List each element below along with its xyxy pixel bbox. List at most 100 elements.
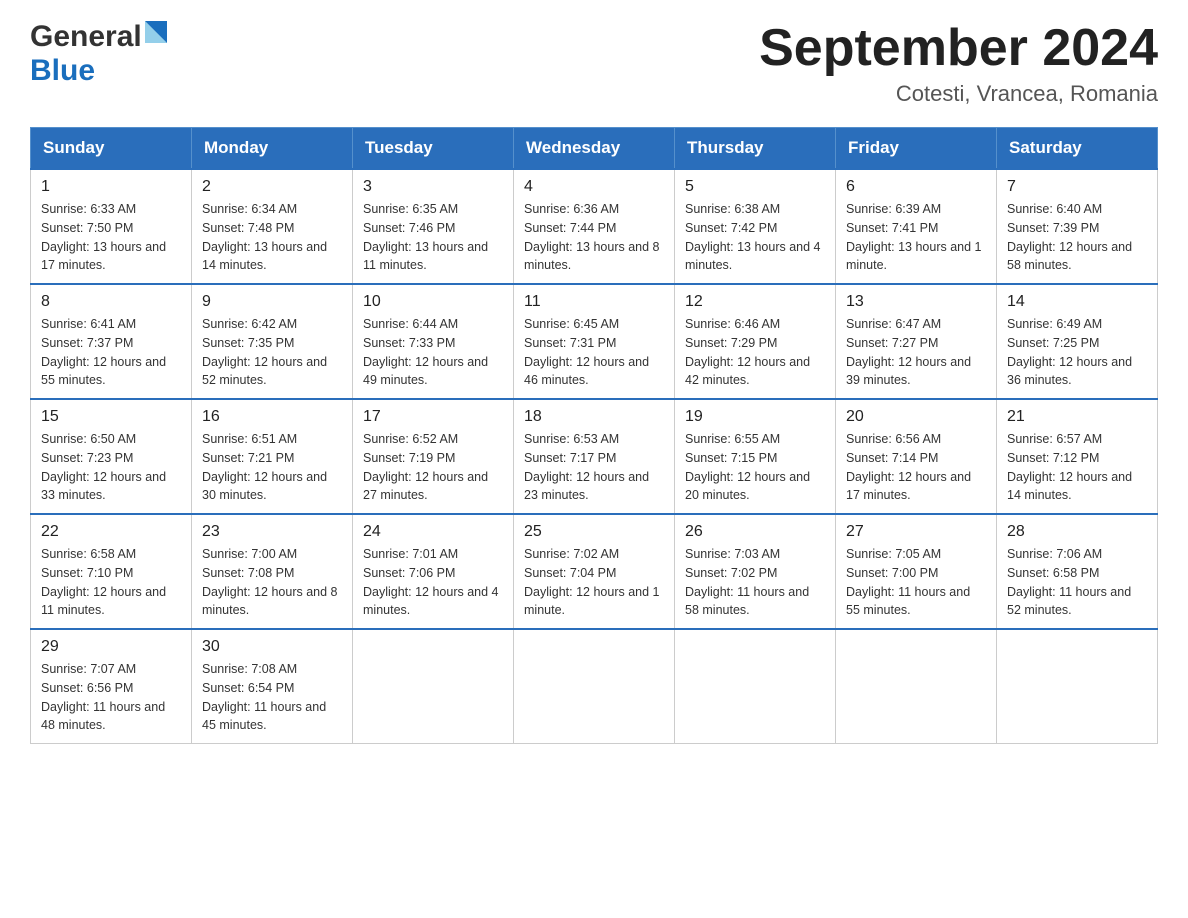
calendar-cell-w3-d7: 21 Sunrise: 6:57 AMSunset: 7:12 PMDayligh… <box>997 399 1158 514</box>
day-number: 6 <box>846 178 986 196</box>
calendar-cell-w1-d5: 5Sunrise: 6:38 AMSunset: 7:42 PMDaylight… <box>675 169 836 284</box>
calendar-header-row: Sunday Monday Tuesday Wednesday Thursday… <box>31 128 1158 170</box>
calendar-cell-w2-d4: 11 Sunrise: 6:45 AMSunset: 7:31 PMDayligh… <box>514 284 675 399</box>
logo: General Blue <box>30 20 169 88</box>
calendar-cell-w1-d2: 2 Sunrise: 6:34 AMSunset: 7:48 PMDaylight… <box>192 169 353 284</box>
calendar-cell-w1-d6: 6 Sunrise: 6:39 AMSunset: 7:41 PMDaylight… <box>836 169 997 284</box>
day-info: Sunrise: 6:56 AMSunset: 7:14 PMDaylight:… <box>846 430 986 505</box>
week-row-1: 1 Sunrise: 6:33 AMSunset: 7:50 PMDaylight… <box>31 169 1158 284</box>
day-number: 22 <box>41 523 181 541</box>
day-number: 7 <box>1007 178 1147 196</box>
day-info: Sunrise: 6:42 AMSunset: 7:35 PMDaylight:… <box>202 315 342 390</box>
day-info: Sunrise: 6:49 AMSunset: 7:25 PMDaylight:… <box>1007 315 1147 390</box>
day-info: Sunrise: 6:44 AMSunset: 7:33 PMDaylight:… <box>363 315 503 390</box>
day-number: 26 <box>685 523 825 541</box>
calendar-cell-w1-d3: 3 Sunrise: 6:35 AMSunset: 7:46 PMDaylight… <box>353 169 514 284</box>
calendar-cell-w4-d6: 27 Sunrise: 7:05 AMSunset: 7:00 PMDayligh… <box>836 514 997 629</box>
day-number: 12 <box>685 293 825 311</box>
calendar-cell-w5-d5 <box>675 629 836 744</box>
calendar-cell-w3-d5: 19Sunrise: 6:55 AMSunset: 7:15 PMDayligh… <box>675 399 836 514</box>
day-number: 30 <box>202 638 342 656</box>
calendar-cell-w5-d3 <box>353 629 514 744</box>
col-header-friday: Friday <box>836 128 997 170</box>
day-number: 23 <box>202 523 342 541</box>
location-subtitle: Cotesti, Vrancea, Romania <box>759 81 1158 107</box>
calendar-cell-w3-d4: 18 Sunrise: 6:53 AMSunset: 7:17 PMDayligh… <box>514 399 675 514</box>
day-number: 20 <box>846 408 986 426</box>
day-info: Sunrise: 7:08 AMSunset: 6:54 PMDaylight:… <box>202 660 342 735</box>
day-number: 15 <box>41 408 181 426</box>
day-number: 13 <box>846 293 986 311</box>
calendar-cell-w3-d1: 15 Sunrise: 6:50 AMSunset: 7:23 PMDayligh… <box>31 399 192 514</box>
day-number: 29 <box>41 638 181 656</box>
logo-general-text: General <box>30 20 142 54</box>
calendar-cell-w3-d6: 20 Sunrise: 6:56 AMSunset: 7:14 PMDayligh… <box>836 399 997 514</box>
calendar-cell-w5-d2: 30 Sunrise: 7:08 AMSunset: 6:54 PMDayligh… <box>192 629 353 744</box>
day-number: 24 <box>363 523 503 541</box>
day-info: Sunrise: 6:34 AMSunset: 7:48 PMDaylight:… <box>202 200 342 275</box>
calendar-cell-w4-d3: 24Sunrise: 7:01 AMSunset: 7:06 PMDayligh… <box>353 514 514 629</box>
logo-blue-text: Blue <box>30 54 95 88</box>
calendar-cell-w3-d2: 16 Sunrise: 6:51 AMSunset: 7:21 PMDayligh… <box>192 399 353 514</box>
day-info: Sunrise: 6:58 AMSunset: 7:10 PMDaylight:… <box>41 545 181 620</box>
col-header-monday: Monday <box>192 128 353 170</box>
day-info: Sunrise: 6:41 AMSunset: 7:37 PMDaylight:… <box>41 315 181 390</box>
col-header-saturday: Saturday <box>997 128 1158 170</box>
calendar-title-area: September 2024 Cotesti, Vrancea, Romania <box>759 20 1158 107</box>
day-info: Sunrise: 7:02 AMSunset: 7:04 PMDaylight:… <box>524 545 664 620</box>
calendar-cell-w2-d7: 14 Sunrise: 6:49 AMSunset: 7:25 PMDayligh… <box>997 284 1158 399</box>
day-number: 14 <box>1007 293 1147 311</box>
day-number: 11 <box>524 293 664 311</box>
day-info: Sunrise: 6:38 AMSunset: 7:42 PMDaylight:… <box>685 200 825 275</box>
calendar-cell-w2-d6: 13 Sunrise: 6:47 AMSunset: 7:27 PMDayligh… <box>836 284 997 399</box>
calendar-cell-w4-d1: 22 Sunrise: 6:58 AMSunset: 7:10 PMDayligh… <box>31 514 192 629</box>
day-info: Sunrise: 7:00 AMSunset: 7:08 PMDaylight:… <box>202 545 342 620</box>
day-info: Sunrise: 6:39 AMSunset: 7:41 PMDaylight:… <box>846 200 986 275</box>
day-info: Sunrise: 7:07 AMSunset: 6:56 PMDaylight:… <box>41 660 181 735</box>
week-row-3: 15 Sunrise: 6:50 AMSunset: 7:23 PMDayligh… <box>31 399 1158 514</box>
day-info: Sunrise: 6:45 AMSunset: 7:31 PMDaylight:… <box>524 315 664 390</box>
day-number: 2 <box>202 178 342 196</box>
day-info: Sunrise: 6:36 AMSunset: 7:44 PMDaylight:… <box>524 200 664 275</box>
week-row-4: 22 Sunrise: 6:58 AMSunset: 7:10 PMDayligh… <box>31 514 1158 629</box>
day-number: 19 <box>685 408 825 426</box>
page-header: General Blue September 2024 Cotesti, Vra… <box>30 20 1158 107</box>
day-number: 16 <box>202 408 342 426</box>
week-row-2: 8Sunrise: 6:41 AMSunset: 7:37 PMDaylight… <box>31 284 1158 399</box>
day-info: Sunrise: 6:47 AMSunset: 7:27 PMDaylight:… <box>846 315 986 390</box>
calendar-cell-w5-d7 <box>997 629 1158 744</box>
day-number: 4 <box>524 178 664 196</box>
col-header-tuesday: Tuesday <box>353 128 514 170</box>
week-row-5: 29 Sunrise: 7:07 AMSunset: 6:56 PMDayligh… <box>31 629 1158 744</box>
calendar-cell-w2-d5: 12Sunrise: 6:46 AMSunset: 7:29 PMDayligh… <box>675 284 836 399</box>
day-number: 25 <box>524 523 664 541</box>
day-number: 27 <box>846 523 986 541</box>
day-number: 1 <box>41 178 181 196</box>
col-header-wednesday: Wednesday <box>514 128 675 170</box>
day-info: Sunrise: 6:40 AMSunset: 7:39 PMDaylight:… <box>1007 200 1147 275</box>
day-info: Sunrise: 6:33 AMSunset: 7:50 PMDaylight:… <box>41 200 181 275</box>
calendar-cell-w4-d7: 28Sunrise: 7:06 AMSunset: 6:58 PMDayligh… <box>997 514 1158 629</box>
calendar-cell-w4-d5: 26 Sunrise: 7:03 AMSunset: 7:02 PMDayligh… <box>675 514 836 629</box>
calendar-cell-w4-d4: 25 Sunrise: 7:02 AMSunset: 7:04 PMDayligh… <box>514 514 675 629</box>
day-info: Sunrise: 6:35 AMSunset: 7:46 PMDaylight:… <box>363 200 503 275</box>
day-number: 10 <box>363 293 503 311</box>
calendar-cell-w5-d4 <box>514 629 675 744</box>
day-number: 28 <box>1007 523 1147 541</box>
day-number: 21 <box>1007 408 1147 426</box>
calendar-cell-w2-d2: 9Sunrise: 6:42 AMSunset: 7:35 PMDaylight… <box>192 284 353 399</box>
day-info: Sunrise: 7:03 AMSunset: 7:02 PMDaylight:… <box>685 545 825 620</box>
calendar-cell-w1-d7: 7 Sunrise: 6:40 AMSunset: 7:39 PMDaylight… <box>997 169 1158 284</box>
day-number: 3 <box>363 178 503 196</box>
day-info: Sunrise: 7:05 AMSunset: 7:00 PMDaylight:… <box>846 545 986 620</box>
calendar-cell-w4-d2: 23 Sunrise: 7:00 AMSunset: 7:08 PMDayligh… <box>192 514 353 629</box>
day-info: Sunrise: 6:57 AMSunset: 7:12 PMDaylight:… <box>1007 430 1147 505</box>
calendar-cell-w1-d1: 1 Sunrise: 6:33 AMSunset: 7:50 PMDaylight… <box>31 169 192 284</box>
day-number: 18 <box>524 408 664 426</box>
day-info: Sunrise: 6:50 AMSunset: 7:23 PMDaylight:… <box>41 430 181 505</box>
col-header-thursday: Thursday <box>675 128 836 170</box>
month-title: September 2024 <box>759 20 1158 77</box>
day-info: Sunrise: 6:53 AMSunset: 7:17 PMDaylight:… <box>524 430 664 505</box>
day-info: Sunrise: 6:51 AMSunset: 7:21 PMDaylight:… <box>202 430 342 505</box>
day-info: Sunrise: 6:52 AMSunset: 7:19 PMDaylight:… <box>363 430 503 505</box>
